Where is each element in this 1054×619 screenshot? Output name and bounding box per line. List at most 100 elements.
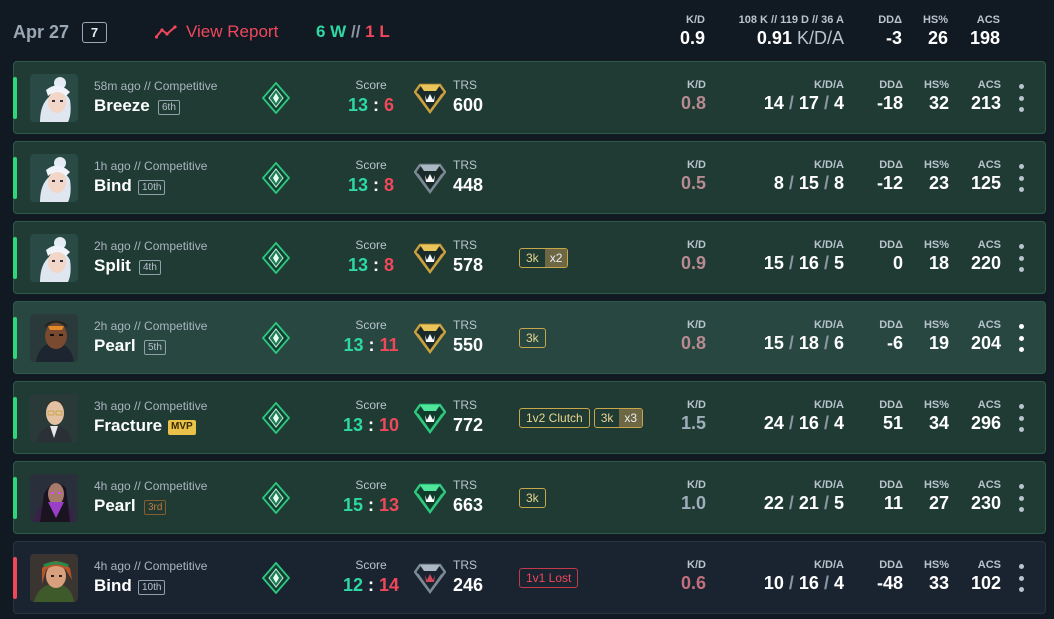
dd-stat: DDΔ 51 bbox=[859, 398, 903, 434]
highlight-badges: 3k x2 bbox=[519, 248, 569, 268]
kd-label: K/D bbox=[687, 79, 706, 91]
hs-label: HS% bbox=[923, 399, 949, 411]
kills-value: 10 bbox=[763, 573, 784, 593]
hs-label: HS% bbox=[923, 319, 949, 331]
hs-label: HS% bbox=[923, 559, 949, 571]
result-indicator-bar bbox=[13, 157, 17, 199]
kd-stat: K/D 1.5 bbox=[674, 398, 706, 434]
agent-chamber-icon bbox=[30, 394, 78, 442]
more-options-icon[interactable] bbox=[1014, 84, 1028, 112]
score-label: Score bbox=[355, 238, 387, 252]
score-separator: : bbox=[368, 415, 374, 435]
more-options-icon[interactable] bbox=[1014, 164, 1028, 192]
more-options-icon[interactable] bbox=[1014, 244, 1028, 272]
dd-label: DDΔ bbox=[879, 159, 903, 171]
record-separator: // bbox=[350, 22, 361, 41]
more-options-icon[interactable] bbox=[1014, 484, 1028, 512]
summary-dd: DDΔ -3 bbox=[878, 14, 902, 49]
trs-label: TRS bbox=[453, 398, 477, 412]
match-row[interactable]: 58m ago // Competitive Breeze 6th Score … bbox=[13, 61, 1046, 134]
match-time-mode: 2h ago // Competitive bbox=[94, 239, 208, 253]
kills-value: 15 bbox=[763, 333, 784, 353]
score-team: 13 bbox=[342, 415, 363, 435]
agent-phoenix-icon bbox=[30, 314, 78, 362]
kda-stat: K/D/A 22 / 21 / 5 bbox=[734, 478, 844, 514]
match-score: 15 : 13 bbox=[329, 495, 413, 516]
deaths-value: 17 bbox=[798, 93, 819, 113]
match-row[interactable]: 4h ago // Competitive Pearl 3rd Score 15… bbox=[13, 461, 1046, 534]
kda-slash: / bbox=[788, 93, 794, 113]
hs-stat: HS% 19 bbox=[909, 318, 949, 354]
acs-value: 213 bbox=[970, 93, 1001, 113]
score-enemy: 8 bbox=[384, 255, 395, 275]
kd-label: K/D bbox=[687, 159, 706, 171]
match-time-mode: 58m ago // Competitive bbox=[94, 79, 218, 93]
match-score: 13 : 10 bbox=[329, 415, 413, 436]
dd-value: 0 bbox=[892, 253, 903, 273]
match-row[interactable]: 2h ago // Competitive Split 4th Score 13… bbox=[13, 221, 1046, 294]
kda-label: K/D/A bbox=[814, 319, 844, 331]
placement-badge: 3rd bbox=[144, 500, 167, 515]
dd-label: DDΔ bbox=[879, 559, 903, 571]
hs-label: HS% bbox=[923, 79, 949, 91]
result-indicator-bar bbox=[13, 397, 17, 439]
summary-kda-label: 108 K // 119 D // 36 A bbox=[738, 14, 844, 26]
deaths-value: 16 bbox=[798, 413, 819, 433]
kda-value: 24 / 16 / 4 bbox=[734, 412, 844, 434]
highlight-badge: 1v2 Clutch bbox=[519, 408, 590, 428]
dd-value: -6 bbox=[886, 333, 903, 353]
highlight-badge: 3k x2 bbox=[519, 248, 569, 268]
trend-chart-icon bbox=[155, 25, 177, 39]
match-row[interactable]: 4h ago // Competitive Bind 10th Score 12… bbox=[13, 541, 1046, 614]
highlight-badge-multiplier: x2 bbox=[544, 249, 568, 267]
trs-tier-icon bbox=[413, 322, 447, 354]
kd-value: 0.9 bbox=[680, 253, 706, 273]
trs-label: TRS bbox=[453, 478, 477, 492]
rank-emblem-icon bbox=[261, 241, 291, 275]
acs-value: 102 bbox=[970, 573, 1001, 593]
score-team: 13 bbox=[343, 335, 364, 355]
more-options-icon[interactable] bbox=[1014, 404, 1028, 432]
trs-value: 550 bbox=[453, 335, 484, 355]
match-score: 13 : 6 bbox=[329, 95, 413, 116]
win-loss-record: 6 W // 1 L bbox=[316, 22, 390, 42]
trs-tier-icon bbox=[413, 482, 447, 514]
trs-tier-icon bbox=[413, 562, 447, 594]
trs-label: TRS bbox=[453, 238, 477, 252]
placement-badge: MVP bbox=[168, 420, 196, 435]
map-name: Pearl bbox=[94, 496, 136, 515]
dd-label: DDΔ bbox=[879, 239, 903, 251]
highlight-badge: 3k bbox=[519, 488, 546, 508]
acs-stat: ACS 230 bbox=[959, 478, 1001, 514]
kda-label: K/D/A bbox=[814, 479, 844, 491]
trs-tier-icon bbox=[413, 82, 447, 114]
summary-acs-value: 198 bbox=[969, 28, 1000, 48]
view-report-button[interactable]: View Report bbox=[155, 22, 278, 42]
kda-stat: K/D/A 15 / 16 / 5 bbox=[734, 238, 844, 274]
assists-value: 8 bbox=[833, 173, 844, 193]
kd-value: 1.5 bbox=[680, 413, 706, 433]
trs-value: 772 bbox=[453, 415, 484, 435]
acs-stat: ACS 125 bbox=[959, 158, 1001, 194]
rank-emblem-icon bbox=[261, 321, 291, 355]
score-team: 12 bbox=[342, 575, 363, 595]
more-options-icon[interactable] bbox=[1014, 564, 1028, 592]
match-row[interactable]: 2h ago // Competitive Pearl 5th Score 13… bbox=[13, 301, 1046, 374]
kd-stat: K/D 0.8 bbox=[674, 78, 706, 114]
dd-label: DDΔ bbox=[879, 319, 903, 331]
match-score: 13 : 11 bbox=[329, 335, 413, 356]
kd-stat: K/D 0.6 bbox=[674, 558, 706, 594]
summary-kd-value: 0.9 bbox=[679, 28, 705, 48]
kda-label: K/D/A bbox=[814, 79, 844, 91]
agent-jett-icon bbox=[30, 154, 78, 202]
score-separator: : bbox=[368, 495, 374, 515]
more-options-icon[interactable] bbox=[1014, 324, 1028, 352]
match-row[interactable]: 3h ago // Competitive Fracture MVP Score… bbox=[13, 381, 1046, 454]
highlight-badge-label: 1v2 Clutch bbox=[526, 411, 583, 425]
score-label: Score bbox=[355, 318, 387, 332]
deaths-value: 16 bbox=[798, 253, 819, 273]
kd-value: 1.0 bbox=[680, 493, 706, 513]
hs-value: 33 bbox=[928, 573, 949, 593]
match-row[interactable]: 1h ago // Competitive Bind 10th Score 13… bbox=[13, 141, 1046, 214]
kd-value: 0.8 bbox=[680, 93, 706, 113]
